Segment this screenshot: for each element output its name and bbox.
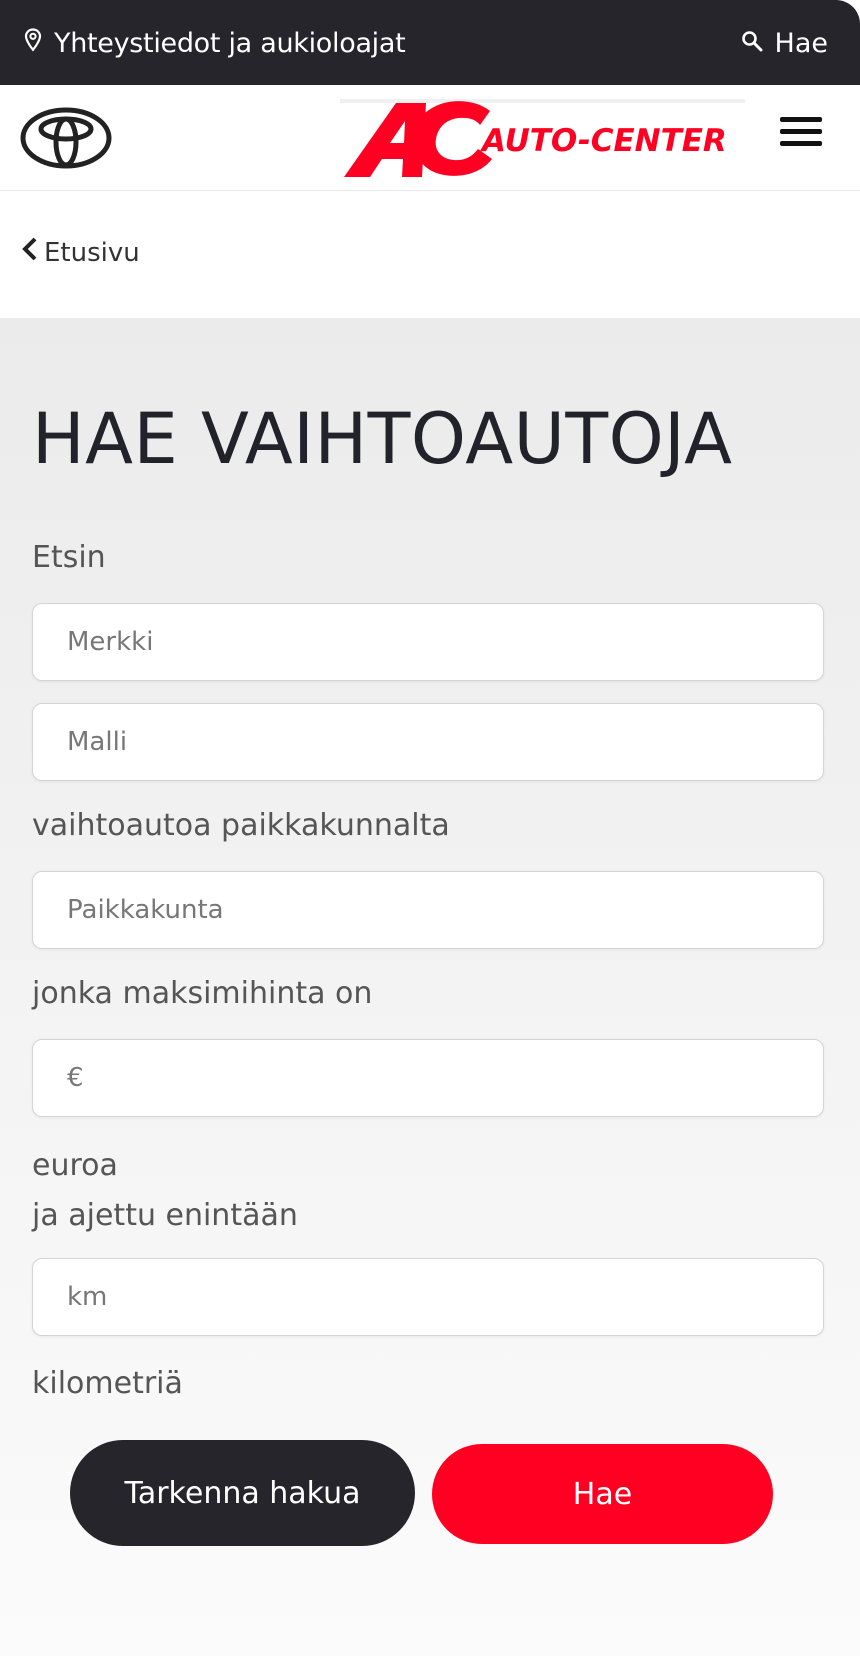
- breadcrumb-label: Etusivu: [44, 237, 140, 268]
- svg-text:AUTO-CENTER: AUTO-CENTER: [479, 123, 727, 159]
- max-mileage-input[interactable]: [32, 1258, 824, 1336]
- page-title: HAE VAIHTOAUTOJA: [32, 398, 733, 480]
- auto-center-logo[interactable]: AUTO-CENTER: [340, 97, 745, 185]
- make-input[interactable]: [32, 603, 824, 681]
- breadcrumb[interactable]: Etusivu: [22, 237, 140, 268]
- chevron-left-icon: [22, 237, 38, 268]
- search-button[interactable]: Hae: [432, 1444, 773, 1544]
- mileage-suffix-label: kilometriä: [32, 1366, 183, 1401]
- contact-hours-link[interactable]: Yhteystiedot ja aukioloajat: [24, 26, 406, 60]
- location-label: vaihtoautoa paikkakunnalta: [32, 808, 450, 843]
- price-suffix-label: euroa: [32, 1148, 118, 1183]
- model-input[interactable]: [32, 703, 824, 781]
- search-form-section: HAE VAIHTOAUTOJA Etsin vaihtoautoa paikk…: [0, 318, 860, 1656]
- location-input[interactable]: [32, 871, 824, 949]
- site-header: AUTO-CENTER: [0, 85, 860, 191]
- max-price-input[interactable]: [32, 1039, 824, 1117]
- contact-hours-label: Yhteystiedot ja aukioloajat: [54, 27, 406, 59]
- search-label: Hae: [774, 27, 828, 59]
- refine-search-button[interactable]: Tarkenna hakua: [70, 1440, 415, 1546]
- intro-label: Etsin: [32, 540, 106, 575]
- top-bar: Yhteystiedot ja aukioloajat Hae: [0, 0, 860, 85]
- toyota-logo[interactable]: [20, 107, 112, 173]
- mileage-label: ja ajettu enintään: [32, 1198, 298, 1233]
- location-pin-icon: [24, 27, 42, 59]
- search-icon: [741, 28, 763, 59]
- price-label: jonka maksimihinta on: [32, 976, 373, 1011]
- top-search-link[interactable]: Hae: [741, 26, 828, 60]
- hamburger-icon[interactable]: [780, 117, 822, 153]
